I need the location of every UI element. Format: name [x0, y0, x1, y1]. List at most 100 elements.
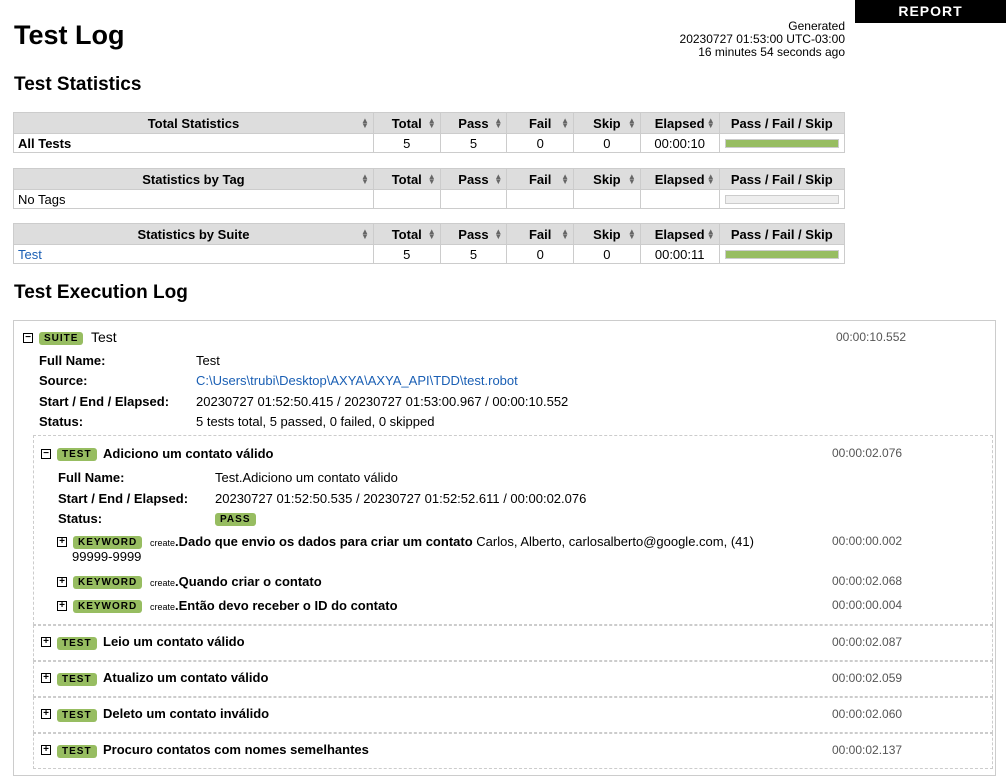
keyword-row[interactable]: create.Quando criar o contato — [150, 574, 322, 589]
test-collapse-toggle[interactable]: − — [41, 449, 51, 459]
keyword-badge: KEYWORD — [73, 536, 143, 549]
sort-icon[interactable]: ▲ ▼ — [707, 173, 715, 186]
keyword-args: Carlos, Alberto, carlosalberto@google.co… — [476, 534, 754, 549]
keyword-row[interactable]: create.Então devo receber o ID do contat… — [150, 598, 398, 613]
sort-icon[interactable]: ▲ ▼ — [428, 228, 436, 241]
sort-icon[interactable]: ▲ ▼ — [561, 173, 569, 186]
column-header-label: Fail — [528, 171, 552, 187]
test-item[interactable]: + TEST Procuro contatos com nomes semelh… — [33, 733, 993, 769]
test-item[interactable]: + TEST Deleto um contato inválido 00:00:… — [33, 697, 993, 733]
test-item[interactable]: + TEST Atualizo um contato válido 00:00:… — [33, 661, 993, 697]
report-link[interactable]: REPORT — [855, 0, 1006, 23]
stats-row-name: No Tags — [13, 189, 374, 209]
stats-total — [372, 189, 441, 209]
sort-icon[interactable]: ▲ ▼ — [361, 117, 369, 130]
column-header[interactable]: Fail ▲ ▼ — [506, 112, 575, 134]
column-header[interactable]: Fail ▲ ▼ — [506, 223, 575, 245]
suite-source-link[interactable]: C:\Users\trubi\Desktop\AXYA\AXYA_API\TDD… — [196, 373, 518, 388]
column-header[interactable]: Pass ▲ ▼ — [439, 168, 508, 190]
suite-times: 20230727 01:52:50.415 / 20230727 01:53:0… — [196, 394, 569, 409]
column-header[interactable]: Skip ▲ ▼ — [573, 112, 641, 134]
column-header[interactable]: Fail ▲ ▼ — [506, 168, 575, 190]
suite-status-label: Status: — [39, 414, 84, 429]
test-expand-toggle[interactable]: + — [41, 673, 51, 683]
column-header-label: Skip — [593, 226, 621, 242]
keyword-elapsed: 00:00:02.068 — [832, 574, 903, 588]
column-header[interactable]: Total ▲ ▼ — [372, 168, 441, 190]
keyword-name: Dado que envio os dados para criar um co… — [178, 534, 473, 549]
column-header-label: Total — [391, 115, 422, 131]
column-header[interactable]: Total ▲ ▼ — [372, 223, 441, 245]
sort-icon[interactable]: ▲ ▼ — [361, 228, 369, 241]
test-name[interactable]: Atualizo um contato válido — [103, 670, 268, 685]
column-header[interactable]: Statistics by Suite ▲ ▼ — [13, 223, 374, 245]
test-name[interactable]: Deleto um contato inválido — [103, 706, 269, 721]
stats-elapsed — [639, 189, 720, 209]
sort-icon[interactable]: ▲ ▼ — [628, 228, 636, 241]
generated-info: Generated 20230727 01:53:00 UTC-03:00 16… — [680, 20, 845, 59]
sort-icon[interactable]: ▲ ▼ — [628, 117, 636, 130]
stats-total: 5 — [372, 133, 441, 153]
generated-ago: 16 minutes 54 seconds ago — [698, 45, 845, 59]
execution-log: − SUITE Test 00:00:10.552 Full Name: Tes… — [13, 320, 996, 776]
keyword-library: create — [150, 578, 176, 588]
test-badge: TEST — [57, 709, 97, 722]
test-elapsed: 00:00:02.059 — [832, 671, 903, 685]
test-expand-toggle[interactable]: + — [41, 637, 51, 647]
column-header[interactable]: Elapsed ▲ ▼ — [639, 223, 720, 245]
sort-icon[interactable]: ▲ ▼ — [428, 173, 436, 186]
column-header-label: Pass / Fail / Skip — [730, 226, 833, 242]
sort-icon[interactable]: ▲ ▼ — [707, 228, 715, 241]
column-header[interactable]: Total ▲ ▼ — [372, 112, 441, 134]
keyword-expand-toggle[interactable]: + — [57, 601, 67, 611]
suite-fullname: Test — [196, 353, 220, 368]
column-header[interactable]: Skip ▲ ▼ — [573, 223, 641, 245]
sort-icon[interactable]: ▲ ▼ — [494, 228, 502, 241]
column-header-label: Pass — [458, 226, 489, 242]
column-header[interactable]: Total Statistics ▲ ▼ — [13, 112, 374, 134]
sort-icon[interactable]: ▲ ▼ — [628, 173, 636, 186]
keyword-row[interactable]: create.Dado que envio os dados para cria… — [150, 534, 790, 551]
suite-collapse-toggle[interactable]: − — [23, 333, 33, 343]
sort-icon[interactable]: ▲ ▼ — [707, 117, 715, 130]
page-title: Test Log — [14, 20, 125, 50]
column-header[interactable]: Elapsed ▲ ▼ — [639, 112, 720, 134]
keyword-expand-toggle[interactable]: + — [57, 537, 67, 547]
graph-bar — [724, 249, 839, 259]
pass-fail-skip-bar — [718, 189, 846, 209]
keyword-expand-toggle[interactable]: + — [57, 577, 67, 587]
stats-skip — [573, 189, 641, 209]
test-name[interactable]: Procuro contatos com nomes semelhantes — [103, 742, 369, 757]
test-expand-toggle[interactable]: + — [41, 709, 51, 719]
suite-name[interactable]: Test — [91, 329, 117, 345]
sort-icon[interactable]: ▲ ▼ — [494, 117, 502, 130]
column-header-label: Pass / Fail / Skip — [730, 115, 833, 131]
column-header-label: Total Statistics — [147, 115, 240, 131]
sort-icon[interactable]: ▲ ▼ — [494, 173, 502, 186]
column-header: Pass / Fail / Skip — [718, 112, 846, 134]
sort-icon[interactable]: ▲ ▼ — [361, 173, 369, 186]
stats-row: Test 5 5 0 0 00:00:11 — [13, 244, 846, 264]
test-elapsed: 00:00:02.087 — [832, 635, 903, 649]
column-header[interactable]: Skip ▲ ▼ — [573, 168, 641, 190]
column-header-label: Statistics by Tag — [142, 171, 245, 187]
column-header-label: Elapsed — [654, 115, 705, 131]
keyword-name: Quando criar o contato — [178, 574, 322, 589]
column-header[interactable]: Pass ▲ ▼ — [439, 112, 508, 134]
column-header[interactable]: Statistics by Tag ▲ ▼ — [13, 168, 374, 190]
column-header-label: Skip — [593, 115, 621, 131]
test-item[interactable]: + TEST Leio um contato válido 00:00:02.0… — [33, 625, 993, 661]
statistics-heading: Test Statistics — [14, 74, 142, 95]
sort-icon[interactable]: ▲ ▼ — [428, 117, 436, 130]
test-name[interactable]: Adiciono um contato válido — [103, 446, 273, 461]
column-header: Pass / Fail / Skip — [718, 223, 846, 245]
stats-elapsed: 00:00:11 — [639, 244, 720, 264]
tag-statistics-table: Statistics by Tag ▲ ▼ Total ▲ ▼ Pass ▲ ▼ Fail ▲ ▼ Sk… — [13, 168, 846, 209]
sort-icon[interactable]: ▲ ▼ — [561, 228, 569, 241]
test-expand-toggle[interactable]: + — [41, 745, 51, 755]
suite-link[interactable]: Test — [18, 247, 42, 262]
column-header[interactable]: Elapsed ▲ ▼ — [639, 168, 720, 190]
sort-icon[interactable]: ▲ ▼ — [561, 117, 569, 130]
test-name[interactable]: Leio um contato válido — [103, 634, 245, 649]
column-header[interactable]: Pass ▲ ▼ — [439, 223, 508, 245]
